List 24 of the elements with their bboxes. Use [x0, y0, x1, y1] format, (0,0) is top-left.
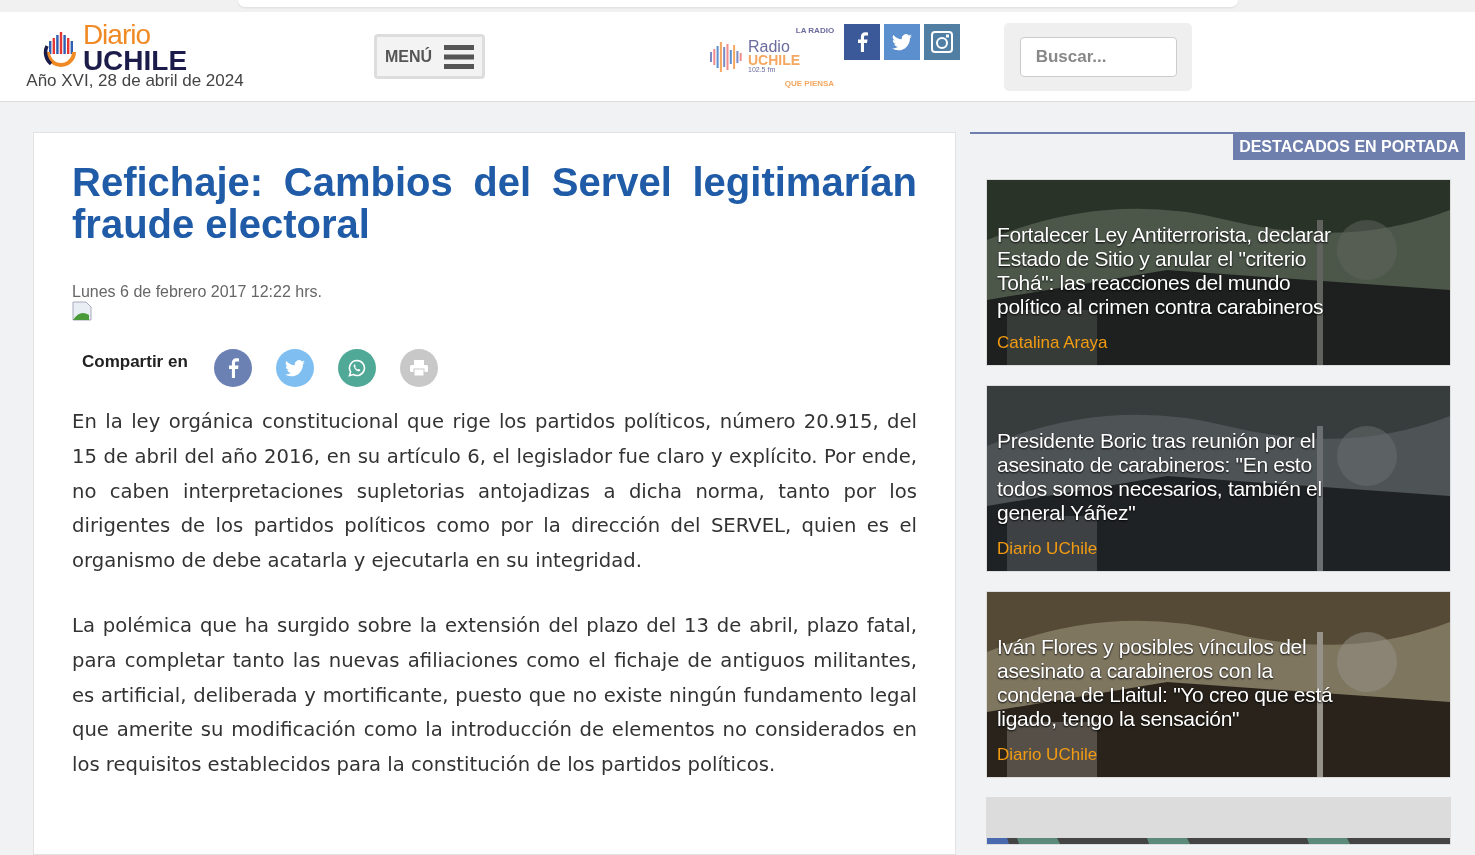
radio-logo-text: Radio: [748, 38, 791, 55]
story-author: Diario UChile: [997, 539, 1099, 559]
story-card[interactable]: Iván Flores y posibles vínculos del asesinato a carabineros con la condena de Llaitul: "Yo creo que está ligado, tengo la sensación" Diario UChile: [986, 591, 1451, 778]
logo-text: UCHILE: [82, 47, 188, 73]
story-author: Diario UChile: [997, 745, 1099, 765]
article-paragraph: La polémica que ha surgido sobre la extensión del plazo del 13 de abril, plazo fatal, para completar tanto las nuevas afiliaciones como el fichaje de antiguos militantes, es artificial, deliberada y mortificante, puesto que no existe ningún fundamento legal que amerite su modificación como la introducción de elementos no considerados en los requisitos establecidos para la constitución de los partidos políticos.: [72, 613, 917, 779]
edition-date: Año XVI, 28 de abril de 2024: [26, 70, 244, 91]
story-title: Fortalecer Ley Antiterrorista, declarar Estado de Sitio y anular el "criterio Tohá": las reacciones del mundo político al crimen contra carabineros: [997, 223, 1332, 319]
article-paragraph: En la ley orgánica constitucional que rige los partidos políticos, número 20.915, del 15 de abril del año 2016, en su artículo 6, el legislador fue claro y explícito. Por ende, no caben interpretaciones supletorias antojadizas a dicha norma, tanto por los dirigentes de los partidos políticos como por la dirección del SERVEL, quien es el organismo de debe acatarla y ejecutarla en su integridad.: [72, 409, 917, 575]
story-card[interactable]: Presidente Boric tras reunión por el asesinato de carabineros: "En esto todos somos necesarios, también el general Yáñez" Diario UChile: [986, 385, 1451, 572]
story-title: Presidente Boric tras reunión por el asesinato de carabineros: "En esto todos somos necesarios, también el general Yáñez": [997, 429, 1323, 525]
section-heading: DESTACADOS EN PORTADA: [1233, 134, 1465, 160]
story-author: Catalina Araya: [997, 333, 1109, 353]
search-field[interactable]: Buscar...: [1019, 36, 1177, 77]
article-title: Refichaje: Cambios del Servel legitimarían fraude electoral: [72, 161, 917, 245]
radio-slogan: QUE PIENSA: [784, 78, 835, 88]
share-label: Compartir en: [82, 352, 188, 372]
menu-button[interactable]: MENÚ: [374, 34, 485, 79]
story-card[interactable]: Fortalecer Ley Antiterrorista, declarar Estado de Sitio y anular el "criterio Tohá": las reacciones del mundo político al crimen contra carabineros Catalina Araya: [986, 179, 1451, 366]
article-date: Lunes 6 de febrero 2017 12:22 hrs.: [72, 283, 323, 301]
radio-slogan: LA RADIO: [795, 25, 835, 35]
story-title: Iván Flores y posibles vínculos del asesinato a carabineros con la condena de Llaitul: "Yo creo que está ligado, tengo la sensación": [997, 635, 1334, 731]
radio-logo-text: UCHILE: [748, 54, 801, 68]
logo-text: Diario: [82, 22, 151, 48]
